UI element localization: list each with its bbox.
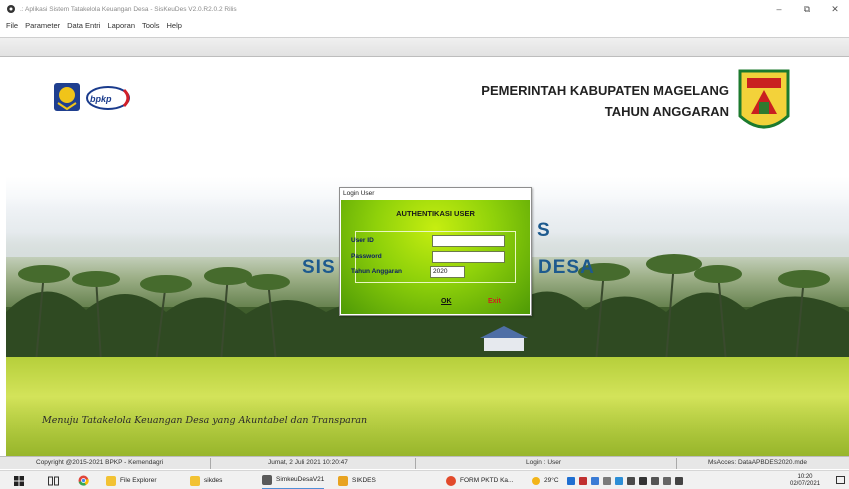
volume-icon[interactable] (674, 476, 683, 485)
status-separator (210, 458, 211, 469)
motto-text: Menuju Tatakelola Keuangan Desa yang Aku… (42, 415, 368, 426)
task-view-icon (48, 476, 59, 485)
login-header: AUTHENTIKASI USER (396, 209, 475, 218)
clock-date: 02/07/2021 (790, 480, 821, 487)
status-separator (676, 458, 677, 469)
system-tray: 29°C (532, 471, 687, 489)
windows-icon (14, 475, 24, 486)
login-dialog: Login User AUTHENTIKASI USER User ID Pas… (339, 187, 532, 316)
folder-icon (190, 475, 200, 486)
taskbar-item-form-pktd[interactable]: FORM PKTD Ka... (446, 471, 513, 489)
tray-app-icon[interactable] (590, 476, 599, 485)
minimize-button[interactable]: – (765, 0, 793, 18)
magelang-crest-logo (738, 69, 790, 129)
tray-app-icon[interactable] (578, 476, 587, 485)
government-title: PEMERINTAH KABUPATEN MAGELANG (481, 83, 729, 98)
app-icon (262, 474, 272, 485)
taskbar-item-file-explorer[interactable]: File Explorer (106, 471, 156, 489)
status-separator (415, 458, 416, 469)
tray-app-icon[interactable] (626, 476, 635, 485)
menu-help[interactable]: Help (167, 21, 182, 30)
taskbar-item-simkeudesa[interactable]: SimkeuDesaV21 (262, 471, 325, 489)
dropbox-icon[interactable] (566, 476, 575, 485)
window-titlebar: .: Aplikasi Sistem Tatakelola Keuangan D… (0, 0, 849, 18)
network-icon[interactable] (662, 476, 671, 485)
taskbar-item-label: File Explorer (120, 477, 157, 484)
user-id-label: User ID (351, 237, 374, 244)
task-view-button[interactable] (48, 471, 59, 489)
menu-data-entri[interactable]: Data Entri (67, 21, 100, 30)
budget-year-input[interactable]: 2020 (430, 266, 465, 278)
exit-button[interactable]: Exit (488, 298, 501, 305)
toolbar-strip (0, 37, 849, 57)
weather-icon (532, 476, 540, 485)
menu-tools[interactable]: Tools (142, 21, 160, 30)
close-button[interactable]: ✕ (821, 0, 849, 18)
menu-file[interactable]: File (6, 21, 18, 30)
start-button[interactable] (14, 471, 24, 489)
folder-icon (106, 475, 116, 486)
menu-bar: File Parameter Data Entri Laporan Tools … (0, 18, 849, 32)
chrome-icon (78, 475, 89, 486)
login-panel: AUTHENTIKASI USER User ID Password Tahun… (341, 200, 530, 314)
menu-parameter[interactable]: Parameter (25, 21, 60, 30)
password-label: Password (351, 253, 382, 260)
budget-year-field-label: Tahun Anggaran (351, 268, 402, 275)
budget-year-label: TAHUN ANGGARAN (604, 104, 729, 119)
notification-button[interactable] (836, 471, 845, 489)
taskbar-item-label: SIKDES (352, 477, 376, 484)
app-title-right: DESA (538, 257, 595, 278)
window-title: .: Aplikasi Sistem Tatakelola Keuangan D… (20, 5, 237, 13)
chrome-taskbar-button[interactable] (78, 471, 89, 489)
status-login: Login : User (526, 459, 562, 466)
user-id-input[interactable] (432, 235, 505, 247)
app-title-fragment: S (537, 220, 550, 241)
app-icon (7, 5, 15, 13)
status-copyright: Copyright @2015-2021 BPKP - Kemendagri (36, 459, 164, 466)
status-bar: Copyright @2015-2021 BPKP - Kemendagri J… (0, 456, 849, 469)
login-window-title: Login User (340, 188, 531, 199)
status-database: MsAcces: DataAPBDES2020.mde (708, 459, 807, 466)
tray-app-icon[interactable] (638, 476, 647, 485)
tray-app-icon[interactable] (602, 476, 611, 485)
notification-icon (836, 476, 845, 484)
app-title-left: SIS (302, 257, 336, 278)
windows-taskbar: File Explorer sikdes SimkeuDesaV21 SIKDE… (0, 470, 849, 489)
taskbar-item-label: FORM PKTD Ka... (460, 477, 514, 484)
status-datetime: Jumat, 2 Juli 2021 10:20:47 (268, 459, 348, 466)
garuda-logo (54, 83, 80, 111)
password-input[interactable] (432, 251, 505, 263)
bpkp-logo-text: bpkp (90, 94, 112, 104)
tray-app-icon[interactable] (650, 476, 659, 485)
clock[interactable]: 10:20 02/07/2021 (790, 471, 820, 489)
ok-button[interactable]: OK (441, 298, 452, 305)
taskbar-item-sikdes-folder[interactable]: sikdes (190, 471, 222, 489)
folder-icon (338, 475, 348, 486)
taskbar-item-sikdes[interactable]: SIKDES (338, 471, 376, 489)
taskbar-item-label: SimkeuDesaV21 (276, 476, 325, 483)
clock-time: 10:20 (797, 473, 813, 480)
chrome-icon (446, 475, 456, 486)
window-controls: – ⧉ ✕ (765, 0, 849, 18)
menu-laporan[interactable]: Laporan (107, 21, 135, 30)
tray-app-icon[interactable] (614, 476, 623, 485)
restore-button[interactable]: ⧉ (793, 0, 821, 18)
taskbar-item-label: sikdes (204, 477, 223, 484)
field-shade (6, 397, 849, 456)
weather-temperature: 29°C (544, 477, 559, 484)
